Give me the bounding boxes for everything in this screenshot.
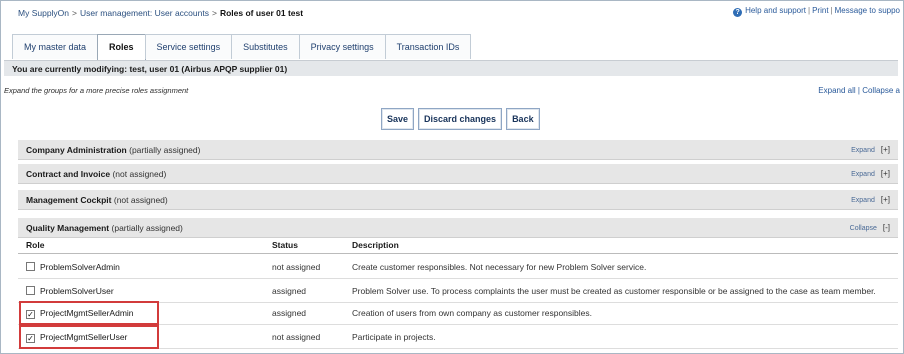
- role-name: ProblemSolverAdmin: [40, 262, 120, 272]
- collapse-link[interactable]: Collapse: [850, 225, 877, 232]
- description-cell: Problem Solver use. To process complaint…: [352, 286, 876, 296]
- tab-substitutes[interactable]: Substitutes: [231, 34, 300, 59]
- group-toggle[interactable]: Expand [+]: [851, 164, 890, 185]
- tab-service-settings[interactable]: Service settings: [144, 34, 233, 59]
- group-company-administration[interactable]: Company Administration (partially assign…: [18, 140, 898, 160]
- role-cell: ProblemSolverUser: [26, 280, 114, 302]
- group-name: Company Administration: [26, 145, 127, 155]
- status-cell: not assigned: [272, 332, 321, 342]
- tab-transaction-ids[interactable]: Transaction IDs: [384, 34, 472, 59]
- group-name: Contract and Invoice: [26, 169, 111, 179]
- group-management-cockpit[interactable]: Management Cockpit (not assigned) Expand…: [18, 190, 898, 210]
- message-link[interactable]: Message to suppo: [835, 6, 900, 15]
- status-cell: not assigned: [272, 262, 321, 272]
- group-name: Management Cockpit: [26, 195, 112, 205]
- header-status: Status: [272, 240, 298, 250]
- help-separator: |: [808, 6, 811, 15]
- group-name: Quality Management: [26, 223, 110, 233]
- table-row: ProblemSolverUser assigned Problem Solve…: [18, 280, 898, 303]
- help-support-link[interactable]: Help and support: [745, 6, 806, 15]
- group-quality-management[interactable]: Quality Management (partially assigned) …: [18, 218, 898, 238]
- highlight-box: [19, 301, 159, 325]
- expand-toggle-icon[interactable]: [+]: [881, 195, 890, 204]
- print-link[interactable]: Print: [812, 6, 828, 15]
- group-contract-and-invoice[interactable]: Contract and Invoice (not assigned) Expa…: [18, 164, 898, 184]
- status-cell: assigned: [272, 308, 307, 318]
- modifying-banner: You are currently modifying: test, user …: [4, 60, 898, 76]
- expand-toggle-icon[interactable]: [+]: [881, 169, 890, 178]
- group-status: (not assigned): [113, 195, 168, 205]
- header-role: Role: [26, 240, 45, 250]
- collapse-toggle-icon[interactable]: [-]: [883, 223, 890, 232]
- breadcrumb-current: Roles of user 01 test: [219, 8, 304, 18]
- save-button[interactable]: Save: [381, 108, 415, 130]
- roles-table-header: Role Status Description: [18, 237, 898, 254]
- expand-link[interactable]: Expand: [851, 197, 875, 204]
- expand-hint: Expand the groups for a more precise rol…: [4, 86, 189, 95]
- breadcrumb-user-accounts[interactable]: User management: User accounts: [80, 8, 209, 18]
- expand-separator: |: [857, 86, 860, 95]
- breadcrumb: My SupplyOn > User management: User accoun…: [18, 8, 303, 18]
- role-name: ProblemSolverUser: [40, 286, 114, 296]
- group-status: (not assigned): [112, 169, 167, 179]
- group-status: (partially assigned): [129, 145, 201, 155]
- tab-bar: My master data Roles Service settings Su…: [12, 34, 472, 61]
- header-description: Description: [352, 240, 399, 250]
- expand-toggle-icon[interactable]: [+]: [881, 145, 890, 154]
- highlight-box: [19, 325, 159, 349]
- breadcrumb-separator: >: [211, 8, 217, 18]
- description-cell: Participate in projects.: [352, 332, 436, 342]
- help-separator: |: [830, 6, 833, 15]
- group-toggle[interactable]: Collapse [-]: [850, 218, 890, 239]
- expand-collapse-all: Expand all | Collapse a: [818, 86, 900, 95]
- group-toggle[interactable]: Expand [+]: [851, 190, 890, 211]
- back-button[interactable]: Back: [506, 108, 540, 130]
- tab-roles[interactable]: Roles: [97, 34, 146, 61]
- table-row: ProblemSolverAdmin not assigned Create c…: [18, 256, 898, 279]
- checkbox-icon[interactable]: [26, 286, 35, 295]
- status-cell: assigned: [272, 286, 307, 296]
- expand-link[interactable]: Expand: [851, 171, 875, 178]
- group-status: (partially assigned): [111, 223, 183, 233]
- breadcrumb-my-supplyon[interactable]: My SupplyOn: [18, 8, 69, 18]
- checkbox-icon[interactable]: [26, 262, 35, 271]
- action-buttons: Save Discard changes Back: [381, 108, 540, 130]
- help-links: ? Help and support | Print | Message to suppo: [733, 6, 900, 17]
- breadcrumb-separator: >: [72, 8, 77, 18]
- tab-my-master-data[interactable]: My master data: [12, 34, 99, 59]
- question-circle-icon: ?: [733, 8, 743, 17]
- expand-all-link[interactable]: Expand all: [818, 86, 855, 95]
- discard-changes-button[interactable]: Discard changes: [418, 108, 503, 130]
- tab-privacy-settings[interactable]: Privacy settings: [298, 34, 386, 59]
- expand-link[interactable]: Expand: [851, 147, 875, 154]
- role-cell: ProblemSolverAdmin: [26, 256, 120, 278]
- description-cell: Creation of users from own company as cu…: [352, 308, 592, 318]
- collapse-all-link[interactable]: Collapse a: [862, 86, 900, 95]
- description-cell: Create customer responsibles. Not necess…: [352, 262, 647, 272]
- group-toggle[interactable]: Expand [+]: [851, 140, 890, 161]
